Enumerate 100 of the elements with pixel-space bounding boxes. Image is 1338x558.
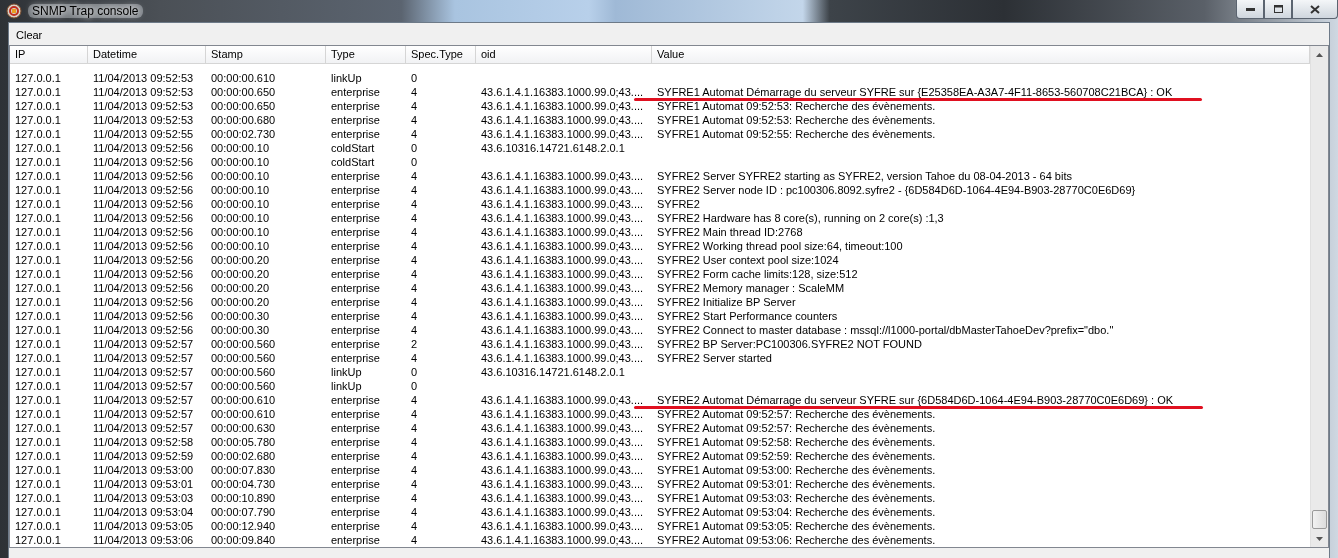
table-cell-text: 00:00:00.610 <box>210 394 276 406</box>
scroll-up-icon[interactable] <box>1316 52 1323 57</box>
table-cell-text: 4 <box>410 226 418 238</box>
clear-button[interactable]: Clear <box>11 26 48 44</box>
table-cell-text: enterprise <box>330 352 380 364</box>
table-cell-text: 127.0.0.1 <box>14 394 61 406</box>
table-cell-text: 43.6.1.4.1.16383.1000.99.0;43.... <box>480 86 644 98</box>
table-cell-text: 00:00:00.610 <box>210 408 276 420</box>
table-cell-text: enterprise <box>330 310 380 322</box>
table-cell-text: 00:00:02.730 <box>210 128 276 140</box>
table-cell-text: 00:00:00.20 <box>210 282 270 294</box>
minimize-button[interactable] <box>1236 0 1264 19</box>
table-cell-text: 11/04/2013 09:53:05 <box>92 520 194 532</box>
table-cell-text: 11/04/2013 09:52:56 <box>92 240 194 252</box>
table-cell-text: 00:00:05.780 <box>210 436 276 448</box>
table-cell-text: 43.6.1.4.1.16383.1000.99.0;43.... <box>480 534 644 546</box>
table-cell-text: 127.0.0.1 <box>14 324 61 336</box>
table-cell-text: 4 <box>410 86 418 98</box>
table-cell-text: 00:00:00.10 <box>210 156 270 168</box>
table-cell-text: 43.6.1.4.1.16383.1000.99.0;43.... <box>480 352 644 364</box>
table-cell-text: enterprise <box>330 394 380 406</box>
table-cell-text: 00:00:00.560 <box>210 380 276 392</box>
table-cell-text: enterprise <box>330 492 380 504</box>
scrollbar-thumb[interactable] <box>1312 510 1327 529</box>
table-cell-text: 127.0.0.1 <box>14 212 61 224</box>
table-cell-text: 43.6.1.4.1.16383.1000.99.0;43.... <box>480 128 644 140</box>
table-cell-text: 43.6.1.4.1.16383.1000.99.0;43.... <box>480 212 644 224</box>
table-cell-text: 00:00:00.30 <box>210 324 270 336</box>
maximize-button[interactable] <box>1264 0 1292 19</box>
table-cell-text: enterprise <box>330 422 380 434</box>
table-cell-text: 00:00:00.20 <box>210 254 270 266</box>
table-cell-text: SYFRE2 Automat 09:52:57: Recherche des évènements. <box>656 421 936 435</box>
table-cell-text: SYFRE2 Memory manager : ScaleMM <box>656 281 845 295</box>
table-cell-text: linkUp <box>330 366 362 378</box>
table-cell-text: 127.0.0.1 <box>14 534 61 546</box>
table-cell-text: 11/04/2013 09:52:57 <box>92 422 194 434</box>
table-cell-text: 00:00:00.560 <box>210 366 276 378</box>
table-cell-text: 11/04/2013 09:53:03 <box>92 492 194 504</box>
table-cell-text: 00:00:00.10 <box>210 184 270 196</box>
table-cell-text: 127.0.0.1 <box>14 408 61 420</box>
column-header[interactable]: Spec.Type <box>406 46 476 63</box>
table-cell-text: enterprise <box>330 338 380 350</box>
vertical-scrollbar[interactable] <box>1310 46 1328 547</box>
table-cell-text: 4 <box>410 324 418 336</box>
table-cell-text: 11/04/2013 09:52:56 <box>92 268 194 280</box>
scroll-down-icon[interactable] <box>1316 536 1323 541</box>
table-cell-text: 4 <box>410 394 418 406</box>
table-cell-text: 00:00:00.680 <box>210 114 276 126</box>
table-cell-text: 00:00:00.10 <box>210 170 270 182</box>
table-cell-text: 43.6.1.4.1.16383.1000.99.0;43.... <box>480 114 644 126</box>
table-cell-text: enterprise <box>330 86 380 98</box>
table-cell-text: 0 <box>410 142 418 154</box>
table-cell-text: 4 <box>410 450 418 462</box>
close-button[interactable] <box>1292 0 1338 19</box>
table-cell-text: 127.0.0.1 <box>14 492 61 504</box>
table-cell-text: 4 <box>410 198 418 210</box>
table-cell-text: 43.6.1.4.1.16383.1000.99.0;43.... <box>480 198 644 210</box>
table-cell-text: 43.6.1.4.1.16383.1000.99.0;43.... <box>480 422 644 434</box>
table-cell-text: 4 <box>410 436 418 448</box>
table-cell-text: 4 <box>410 170 418 182</box>
table-cell-text: 11/04/2013 09:52:56 <box>92 142 194 154</box>
column-header[interactable]: IP <box>10 46 88 63</box>
table-cell-text: SYFRE2 Server node ID : pc100306.8092.syfre2 - {6D584D6D-1064-4E94-B903-28770C0E6D69} <box>656 183 1136 197</box>
table-cell-text: 43.6.1.4.1.16383.1000.99.0;43.... <box>480 338 644 350</box>
table-cell-text: 11/04/2013 09:52:56 <box>92 254 194 266</box>
table-cell-text: SYFRE1 Automat 09:52:58: Recherche des évènements. <box>656 435 936 449</box>
table-cell-text: 127.0.0.1 <box>14 114 61 126</box>
table-cell-text: 43.6.1.4.1.16383.1000.99.0;43.... <box>480 436 644 448</box>
table-cell-text: 11/04/2013 09:52:56 <box>92 184 194 196</box>
close-icon <box>1310 4 1320 14</box>
column-header[interactable]: Type <box>326 46 406 63</box>
table-cell-text: 00:00:02.680 <box>210 450 276 462</box>
table-cell-text: 127.0.0.1 <box>14 282 61 294</box>
table-cell-text: enterprise <box>330 450 380 462</box>
table-cell-text: 43.6.1.4.1.16383.1000.99.0;43.... <box>480 226 644 238</box>
table-cell-text: 4 <box>410 520 418 532</box>
table-cell-text: 00:00:00.10 <box>210 212 270 224</box>
table-cell-text: 4 <box>410 352 418 364</box>
table-cell-text: 00:00:04.730 <box>210 478 276 490</box>
column-header[interactable]: oid <box>476 46 652 63</box>
table-cell-text: 127.0.0.1 <box>14 450 61 462</box>
column-header[interactable]: Datetime <box>88 46 206 63</box>
table-cell-text: 127.0.0.1 <box>14 464 61 476</box>
table-cell-text: SYFRE2 Automat 09:53:06: Recherche des évènements. <box>656 533 936 547</box>
table-cell-text: 0 <box>410 72 418 84</box>
table-cell-text: SYFRE2 Connect to master database : mssql://l1000-portal/dbMasterTahoeDev?prefix="dbo." <box>656 323 1114 337</box>
table-cell-text: SYFRE2 Initialize BP Server <box>656 295 796 309</box>
table-cell-text: SYFRE1 Automat 09:52:55: Recherche des évènements. <box>656 127 936 141</box>
table-cell-text: 127.0.0.1 <box>14 380 61 392</box>
table-cell-text: 4 <box>410 478 418 490</box>
table-cell-text: SYFRE2 Automat 09:53:04: Recherche des évènements. <box>656 505 936 519</box>
table-cell-text: 4 <box>410 254 418 266</box>
column-header[interactable]: Stamp <box>206 46 326 63</box>
table-cell-text: 127.0.0.1 <box>14 170 61 182</box>
table-cell-text: 43.6.1.4.1.16383.1000.99.0;43.... <box>480 478 644 490</box>
table-cell-text: enterprise <box>330 296 380 308</box>
table-cell-text: SYFRE2 Main thread ID:2768 <box>656 225 803 239</box>
table-cell-text: 00:00:00.650 <box>210 86 276 98</box>
table-cell-text: 00:00:10.890 <box>210 492 276 504</box>
table-cell-text: 127.0.0.1 <box>14 100 61 112</box>
